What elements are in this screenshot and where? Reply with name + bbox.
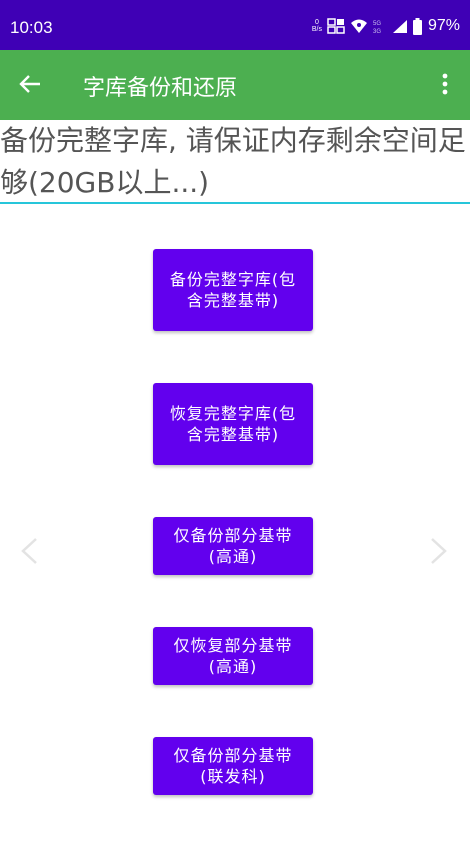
net-speed: 0 B/s [312,19,322,33]
chevron-left-icon[interactable] [18,536,42,566]
backup-full-button[interactable]: 备份完整字库(包含完整基带) [153,249,313,331]
wifi-icon [350,18,368,34]
network-label-5g: 5G [373,21,381,27]
net-speed-value: 0 [314,19,319,26]
arrow-left-icon [19,75,40,93]
warning-underline [0,202,470,204]
hd-icon [327,18,345,34]
restore-full-button[interactable]: 恢复完整字库(包含完整基带) [153,383,313,465]
back-button[interactable] [10,64,50,104]
chevron-right-icon[interactable] [426,536,450,566]
status-time: 10:03 [10,18,53,37]
network-type-icon: 5G 3G [373,18,387,34]
backup-qualcomm-baseband-button[interactable]: 仅备份部分基带(高通) [153,517,313,575]
backup-mediatek-baseband-button[interactable]: 仅备份部分基带(联发科) [153,737,313,795]
more-vert-icon [442,73,448,95]
signal-icon [392,18,408,34]
app-bar: 字库备份和还原 [0,50,470,120]
page-title: 字库备份和还原 [83,76,238,101]
network-label-3g: 3G [373,29,381,34]
storage-warning-text: 备份完整字库, 请保证内存剩余空间足够(20GB以上...) [0,124,466,199]
restore-qualcomm-baseband-button[interactable]: 仅恢复部分基带(高通) [153,627,313,685]
battery-percent: 97% [427,17,460,34]
overflow-menu-button[interactable] [430,64,460,104]
status-icons: 0 B/s 5G 3G 97% [312,16,460,36]
status-bar: 10:03 0 B/s 5G 3G 97% [0,0,470,50]
battery-icon [412,17,422,35]
net-speed-unit: B/s [311,26,322,33]
